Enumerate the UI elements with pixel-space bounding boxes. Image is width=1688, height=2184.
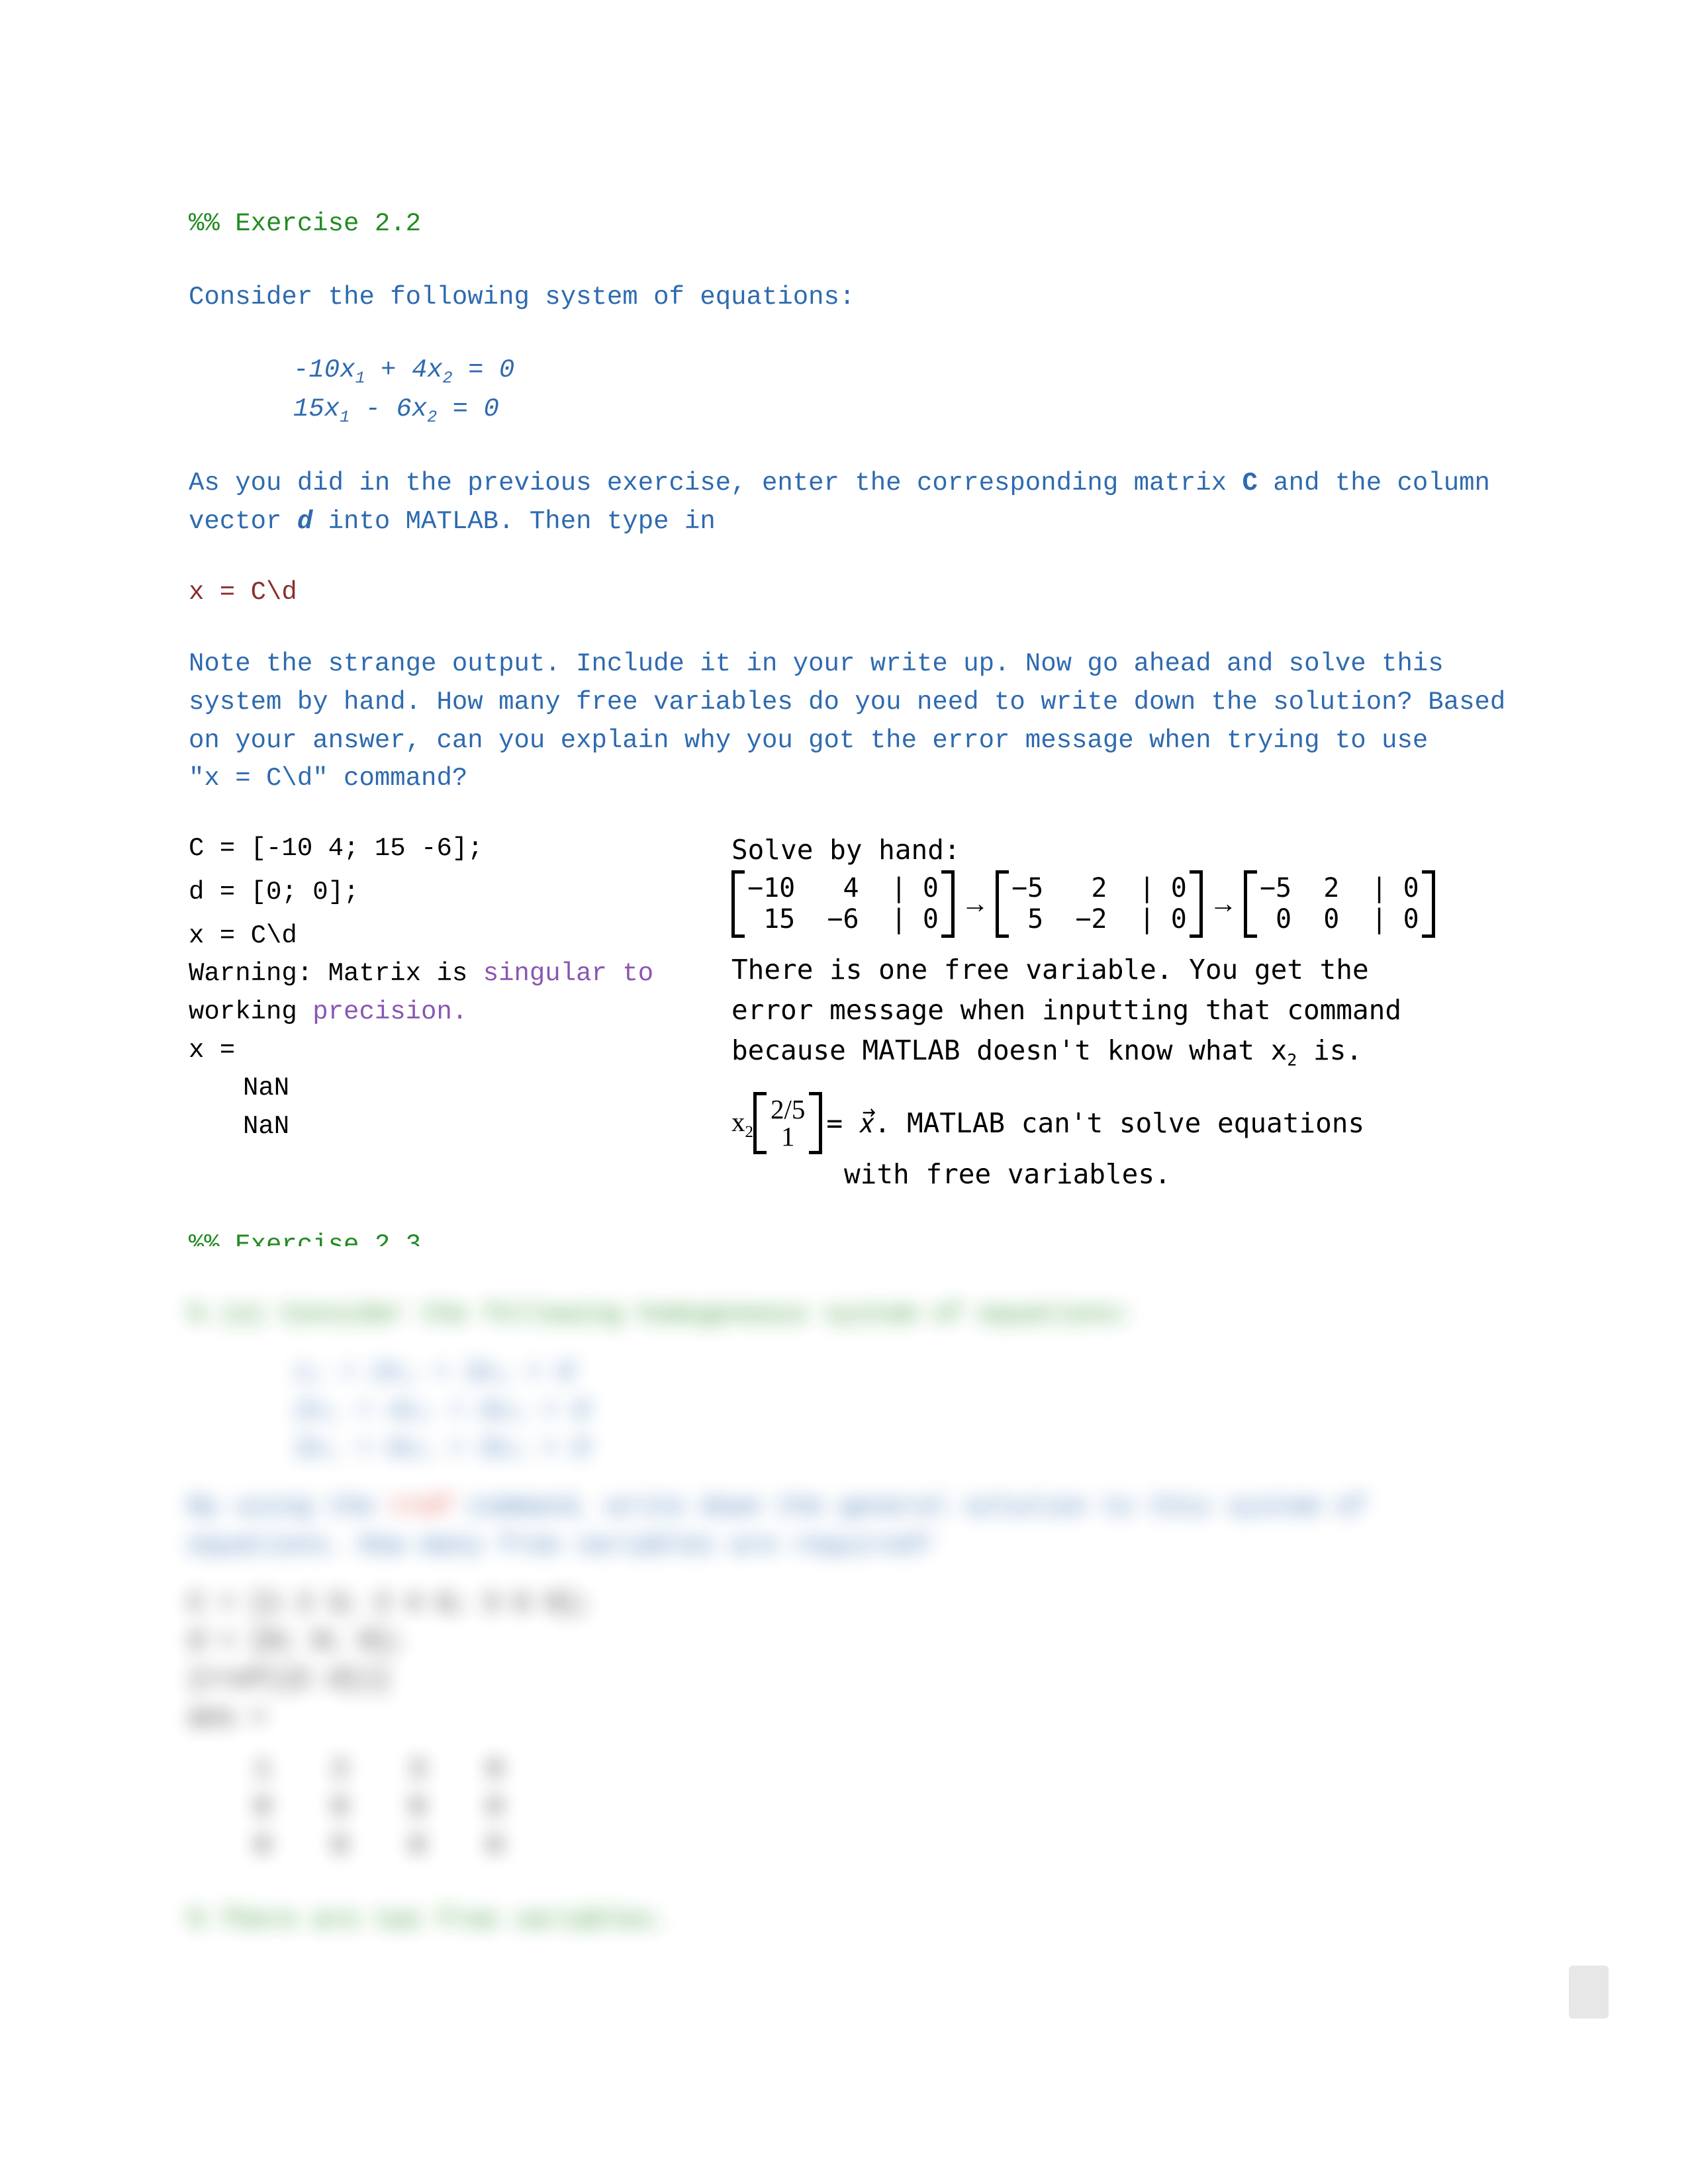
warn-precision: precision.: [312, 997, 467, 1026]
enter-d: d: [297, 507, 312, 536]
code-l1: C = [-10 4; 15 -6];: [189, 830, 712, 868]
hand-solve-head: Solve by hand:: [731, 830, 1506, 870]
equation-2: 15x1 - 6x2 = 0: [189, 390, 1506, 430]
eq2-sub: 1: [340, 408, 350, 427]
note-block: Note the strange output. Include it in y…: [189, 645, 1506, 798]
warn-working: working: [189, 997, 312, 1026]
equation-1: -10x1 + 4x2 = 0: [189, 351, 1506, 390]
left-column: C = [-10 4; 15 -6]; d = [0; 0]; x = C\d …: [189, 830, 712, 1195]
eq1-sub: 1: [355, 369, 365, 388]
blur-hint-a: By using the: [189, 1492, 390, 1522]
enter-pre: As you did in the previous exercise, ent…: [189, 469, 1242, 498]
m1r1: −10 4 | 0: [747, 873, 939, 904]
eq1-mid: + 4x: [365, 355, 443, 385]
blur-hint: By using the rref command, write down th…: [189, 1488, 1506, 1527]
enter-instruction: As you did in the previous exercise, ent…: [189, 465, 1506, 541]
blur-code3: [rref([C d])]: [189, 1661, 1506, 1700]
free-l3b: is.: [1297, 1034, 1362, 1066]
blur-prompt: % (a) Consider the following homogeneous…: [189, 1296, 1506, 1334]
section-header-2-2: %% Exercise 2.2: [189, 205, 1506, 244]
blur-eq1: x₁ + 2x₂ + 3x₃ = 0: [189, 1354, 1506, 1392]
code-l3: x = C\d: [189, 917, 712, 956]
blur-code2: d = [0; 0; 0];: [189, 1623, 1506, 1661]
eq1-sub2: 2: [443, 369, 453, 388]
code-l2: d = [0; 0];: [189, 874, 712, 912]
m3r1: −5 2 | 0: [1260, 873, 1419, 904]
code-l4: Warning: Matrix is singular to: [189, 955, 712, 993]
enter-mid2: into MATLAB. Then type in: [312, 507, 716, 536]
free-l3a: because MATLAB doesn't know what x: [731, 1034, 1287, 1066]
note-l1: Note the strange output. Include it in y…: [189, 645, 1506, 684]
free-l3: because MATLAB doesn't know what x2 is.: [731, 1030, 1506, 1072]
matrix-reduction: −10 4 | 0 15 −6 | 0 → −5 2 | 0 5 −2 | 0 …: [731, 870, 1435, 938]
vec-x: x: [731, 1107, 745, 1137]
blur-tr3: 0 0 0 0: [255, 1827, 502, 1866]
blur-hint-red: rref: [390, 1492, 452, 1522]
free-l1: There is one free variable. You get the: [731, 950, 1506, 990]
arrow-icon: →: [955, 884, 996, 925]
vec-cont: with free variables.: [731, 1154, 1506, 1195]
eq2-part: 15x: [293, 394, 340, 424]
code-l7: NaN: [189, 1069, 712, 1108]
blur-tr2: 0 0 0 0: [255, 1789, 502, 1827]
code-l6: x =: [189, 1032, 712, 1070]
intro-text: Consider the following system of equatio…: [189, 279, 1506, 317]
eq1-post: = 0: [453, 355, 515, 385]
vec-top: 2/5: [768, 1096, 808, 1123]
blur-hint-b: command, write down the general solution…: [452, 1492, 1366, 1522]
right-column: Solve by hand: −10 4 | 0 15 −6 | 0 → −5 …: [731, 830, 1506, 1195]
blur-tr1: 1 2 3 0: [255, 1751, 502, 1790]
blur-code1: C = [1 2 3; 2 4 6; 3 6 9];: [189, 1585, 1506, 1623]
blurred-content: % (a) Consider the following homogeneous…: [189, 1296, 1506, 1939]
warn-pre: Warning: Matrix is: [189, 959, 483, 988]
blur-foot: % There are two free variables.: [189, 1901, 1506, 1940]
eq2-post: = 0: [437, 394, 499, 424]
blur-eq2: 2x₁ + 4x₂ + 6x₃ = 0: [189, 1392, 1506, 1431]
eq1-part: -10x: [293, 355, 355, 385]
m3r2: 0 0 | 0: [1260, 904, 1419, 935]
blur-hint-c: equations. How many free variables are r…: [189, 1527, 1506, 1565]
note-l3: on your answer, can you explain why you …: [189, 722, 1506, 760]
vector-equation: x2 2/5 1 = 𝑥⃗. MATLAB can't solve equati…: [731, 1092, 1506, 1154]
vec-sub: 2: [745, 1123, 754, 1141]
note-l2: system by hand. How many free variables …: [189, 684, 1506, 722]
code-l5: working precision.: [189, 993, 712, 1032]
blur-eq3: 3x₁ + 6x₂ + 9x₃ = 0: [189, 1430, 1506, 1469]
blur-prompt-a: % (a) Consider the following homogeneous…: [189, 1300, 1134, 1329]
page-watermark-icon: [1569, 1966, 1609, 2019]
m2r2: 5 −2 | 0: [1011, 904, 1187, 935]
eq2-sub2: 2: [427, 408, 437, 427]
enter-c: C: [1242, 469, 1257, 498]
blur-code4: ans =: [189, 1700, 1506, 1738]
two-column-region: C = [-10 4; 15 -6]; d = [0; 0]; x = C\d …: [189, 830, 1506, 1195]
warn-singular: singular to: [483, 959, 653, 988]
free-l2: error message when inputting that comman…: [731, 990, 1506, 1030]
m2r1: −5 2 | 0: [1011, 873, 1187, 904]
m1r2: 15 −6 | 0: [747, 904, 939, 935]
command-line: x = C\d: [189, 574, 1506, 612]
vec-rest: = 𝑥⃗. MATLAB can't solve equations: [826, 1103, 1364, 1144]
free-l3-sub: 2: [1287, 1050, 1297, 1069]
vec-bot: 1: [781, 1121, 795, 1152]
arrow-icon: →: [1203, 884, 1244, 925]
eq2-mid: - 6x: [350, 394, 427, 424]
code-l8: NaN: [189, 1108, 712, 1146]
note-l4: "x = C\d" command?: [189, 760, 1506, 798]
